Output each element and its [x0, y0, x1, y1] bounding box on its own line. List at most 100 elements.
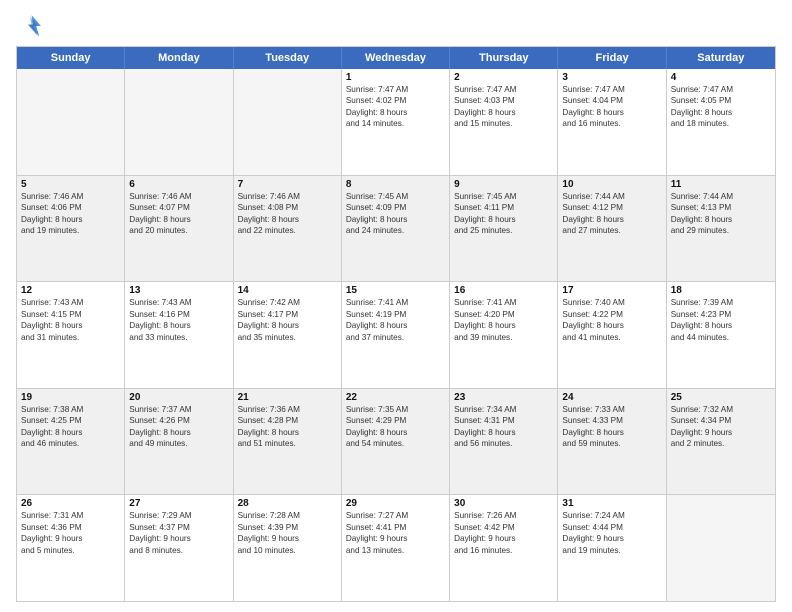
empty-cell — [17, 69, 125, 175]
cell-info-line: Daylight: 8 hours — [21, 214, 120, 225]
cell-info-line: Sunset: 4:06 PM — [21, 202, 120, 213]
day-number: 18 — [671, 285, 771, 296]
cell-info-line: Daylight: 8 hours — [562, 214, 661, 225]
day-cell-26: 26Sunrise: 7:31 AMSunset: 4:36 PMDayligh… — [17, 495, 125, 601]
day-number: 23 — [454, 392, 553, 403]
cell-info-line: Sunrise: 7:46 AM — [238, 191, 337, 202]
cell-info-line: and 2 minutes. — [671, 438, 771, 449]
day-number: 10 — [562, 179, 661, 190]
empty-cell — [667, 495, 775, 601]
cell-info-line: Sunrise: 7:47 AM — [562, 84, 661, 95]
day-number: 27 — [129, 498, 228, 509]
cell-info-line: and 27 minutes. — [562, 225, 661, 236]
cell-info-line: Sunset: 4:02 PM — [346, 95, 445, 106]
calendar-row-0: 1Sunrise: 7:47 AMSunset: 4:02 PMDaylight… — [17, 69, 775, 175]
weekday-header-thursday: Thursday — [450, 47, 558, 69]
cell-info-line: Sunset: 4:34 PM — [671, 415, 771, 426]
cell-info-line: and 35 minutes. — [238, 332, 337, 343]
cell-info-line: Daylight: 8 hours — [346, 427, 445, 438]
cell-info-line: Daylight: 9 hours — [346, 533, 445, 544]
cell-info-line: Sunrise: 7:47 AM — [671, 84, 771, 95]
day-number: 31 — [562, 498, 661, 509]
day-number: 21 — [238, 392, 337, 403]
cell-info-line: Sunrise: 7:47 AM — [346, 84, 445, 95]
cell-info-line: Daylight: 8 hours — [21, 427, 120, 438]
cell-info-line: Sunset: 4:07 PM — [129, 202, 228, 213]
cell-info-line: Sunset: 4:11 PM — [454, 202, 553, 213]
cell-info-line: Daylight: 8 hours — [129, 427, 228, 438]
weekday-header-friday: Friday — [558, 47, 666, 69]
weekday-header-sunday: Sunday — [17, 47, 125, 69]
day-cell-5: 5Sunrise: 7:46 AMSunset: 4:06 PMDaylight… — [17, 176, 125, 282]
cell-info-line: Sunrise: 7:27 AM — [346, 510, 445, 521]
day-number: 15 — [346, 285, 445, 296]
cell-info-line: Sunrise: 7:45 AM — [454, 191, 553, 202]
day-cell-24: 24Sunrise: 7:33 AMSunset: 4:33 PMDayligh… — [558, 389, 666, 495]
day-cell-23: 23Sunrise: 7:34 AMSunset: 4:31 PMDayligh… — [450, 389, 558, 495]
cell-info-line: Sunrise: 7:44 AM — [562, 191, 661, 202]
calendar-header: SundayMondayTuesdayWednesdayThursdayFrid… — [17, 47, 775, 69]
day-cell-1: 1Sunrise: 7:47 AMSunset: 4:02 PMDaylight… — [342, 69, 450, 175]
cell-info-line: Daylight: 8 hours — [671, 320, 771, 331]
day-number: 1 — [346, 72, 445, 83]
day-cell-22: 22Sunrise: 7:35 AMSunset: 4:29 PMDayligh… — [342, 389, 450, 495]
cell-info-line: Daylight: 8 hours — [238, 320, 337, 331]
cell-info-line: Sunrise: 7:42 AM — [238, 297, 337, 308]
day-cell-3: 3Sunrise: 7:47 AMSunset: 4:04 PMDaylight… — [558, 69, 666, 175]
cell-info-line: Sunrise: 7:41 AM — [346, 297, 445, 308]
cell-info-line: Daylight: 8 hours — [454, 427, 553, 438]
cell-info-line: Daylight: 8 hours — [346, 214, 445, 225]
day-cell-29: 29Sunrise: 7:27 AMSunset: 4:41 PMDayligh… — [342, 495, 450, 601]
calendar-row-3: 19Sunrise: 7:38 AMSunset: 4:25 PMDayligh… — [17, 388, 775, 495]
day-number: 25 — [671, 392, 771, 403]
cell-info-line: Sunset: 4:04 PM — [562, 95, 661, 106]
cell-info-line: Sunset: 4:44 PM — [562, 522, 661, 533]
cell-info-line: Sunrise: 7:26 AM — [454, 510, 553, 521]
cell-info-line: Sunrise: 7:38 AM — [21, 404, 120, 415]
cell-info-line: Sunset: 4:26 PM — [129, 415, 228, 426]
cell-info-line: Sunset: 4:23 PM — [671, 309, 771, 320]
cell-info-line: Daylight: 9 hours — [562, 533, 661, 544]
day-cell-2: 2Sunrise: 7:47 AMSunset: 4:03 PMDaylight… — [450, 69, 558, 175]
cell-info-line: and 46 minutes. — [21, 438, 120, 449]
cell-info-line: Sunset: 4:41 PM — [346, 522, 445, 533]
cell-info-line: Daylight: 9 hours — [671, 427, 771, 438]
day-cell-4: 4Sunrise: 7:47 AMSunset: 4:05 PMDaylight… — [667, 69, 775, 175]
day-cell-13: 13Sunrise: 7:43 AMSunset: 4:16 PMDayligh… — [125, 282, 233, 388]
empty-cell — [125, 69, 233, 175]
cell-info-line: Sunset: 4:05 PM — [671, 95, 771, 106]
cell-info-line: and 33 minutes. — [129, 332, 228, 343]
cell-info-line: Daylight: 8 hours — [21, 320, 120, 331]
calendar-body: 1Sunrise: 7:47 AMSunset: 4:02 PMDaylight… — [17, 69, 775, 601]
day-number: 16 — [454, 285, 553, 296]
cell-info-line: Sunrise: 7:47 AM — [454, 84, 553, 95]
cell-info-line: and 18 minutes. — [671, 118, 771, 129]
calendar: SundayMondayTuesdayWednesdayThursdayFrid… — [16, 46, 776, 602]
day-cell-7: 7Sunrise: 7:46 AMSunset: 4:08 PMDaylight… — [234, 176, 342, 282]
calendar-row-2: 12Sunrise: 7:43 AMSunset: 4:15 PMDayligh… — [17, 281, 775, 388]
cell-info-line: Sunset: 4:12 PM — [562, 202, 661, 213]
cell-info-line: Sunrise: 7:40 AM — [562, 297, 661, 308]
day-number: 5 — [21, 179, 120, 190]
cell-info-line: Sunset: 4:17 PM — [238, 309, 337, 320]
day-number: 26 — [21, 498, 120, 509]
cell-info-line: Daylight: 9 hours — [238, 533, 337, 544]
cell-info-line: Sunrise: 7:33 AM — [562, 404, 661, 415]
cell-info-line: and 59 minutes. — [562, 438, 661, 449]
cell-info-line: Sunset: 4:31 PM — [454, 415, 553, 426]
day-cell-15: 15Sunrise: 7:41 AMSunset: 4:19 PMDayligh… — [342, 282, 450, 388]
day-number: 9 — [454, 179, 553, 190]
cell-info-line: Sunrise: 7:35 AM — [346, 404, 445, 415]
weekday-header-tuesday: Tuesday — [234, 47, 342, 69]
logo — [16, 12, 48, 40]
day-number: 7 — [238, 179, 337, 190]
cell-info-line: Daylight: 9 hours — [21, 533, 120, 544]
logo-icon — [16, 12, 44, 40]
day-number: 24 — [562, 392, 661, 403]
cell-info-line: and 22 minutes. — [238, 225, 337, 236]
cell-info-line: and 39 minutes. — [454, 332, 553, 343]
day-cell-31: 31Sunrise: 7:24 AMSunset: 4:44 PMDayligh… — [558, 495, 666, 601]
day-cell-16: 16Sunrise: 7:41 AMSunset: 4:20 PMDayligh… — [450, 282, 558, 388]
cell-info-line: and 14 minutes. — [346, 118, 445, 129]
day-cell-9: 9Sunrise: 7:45 AMSunset: 4:11 PMDaylight… — [450, 176, 558, 282]
